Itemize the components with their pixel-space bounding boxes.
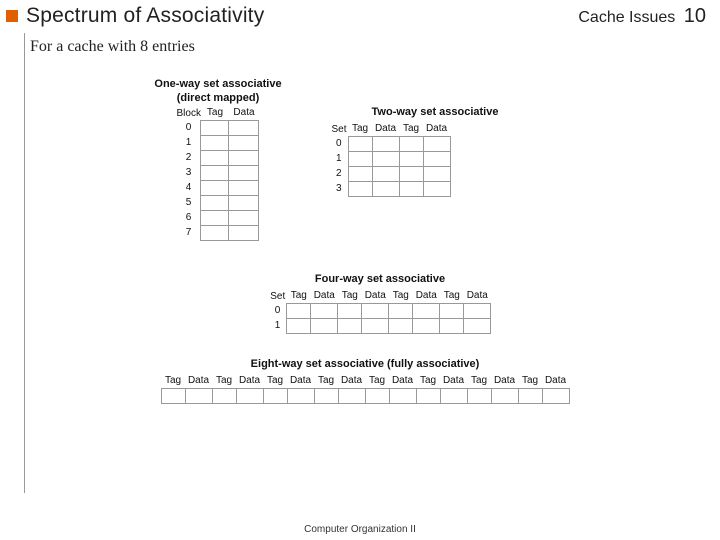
col-header: Tag (416, 374, 440, 388)
two-way-block: Two-way set associative Set Tag Data Tag… (320, 106, 550, 197)
row-idx: 7 (177, 225, 201, 240)
col-header: Tag (348, 122, 372, 136)
one-way-block: One-way set associative (direct mapped) … (143, 78, 293, 241)
two-way-table: Set Tag Data Tag Data 0 1 2 3 (330, 122, 451, 197)
col-header: Data (542, 374, 569, 388)
subtitle: For a cache with 8 entries (30, 38, 706, 56)
col-header: Data (338, 374, 365, 388)
col-header: Data (362, 289, 389, 303)
col-header: Tag (338, 289, 362, 303)
row-idx: 2 (177, 150, 201, 165)
col-header: Tag (399, 122, 423, 136)
col-header: Tag (518, 374, 542, 388)
page-number: 10 (684, 5, 706, 27)
col-header: Tag (365, 374, 389, 388)
col-header: Tag (212, 374, 236, 388)
section-label: Cache Issues (578, 9, 675, 26)
col-header: Data (372, 122, 399, 136)
row-idx: 1 (177, 135, 201, 150)
col-header: Tag (263, 374, 287, 388)
footer: Computer Organization II (0, 524, 720, 535)
four-way-idx-label: Set (269, 289, 287, 303)
four-way-title: Four-way set associative (165, 273, 595, 285)
col-header: Data (491, 374, 518, 388)
row-idx: 3 (330, 181, 348, 196)
col-header: Data (229, 106, 259, 120)
col-header: Data (423, 122, 450, 136)
col-header: Data (236, 374, 263, 388)
col-header: Tag (440, 289, 464, 303)
col-header: Data (440, 374, 467, 388)
row-idx: 0 (269, 303, 287, 318)
col-header: Tag (161, 374, 185, 388)
title-bullet-icon (6, 10, 18, 22)
col-header: Data (185, 374, 212, 388)
row-idx: 0 (177, 120, 201, 135)
one-way-title-1: One-way set associative (143, 78, 293, 90)
one-way-table: Block Tag Data 0 1 2 3 4 5 6 7 (177, 106, 260, 241)
eight-way-block: Eight-way set associative (fully associa… (55, 358, 675, 404)
col-header: Tag (201, 106, 229, 120)
row-idx: 0 (330, 136, 348, 151)
col-header: Tag (389, 289, 413, 303)
row-idx: 2 (330, 166, 348, 181)
row-idx: 5 (177, 195, 201, 210)
col-header: Tag (287, 289, 311, 303)
row-idx: 4 (177, 180, 201, 195)
col-header: Data (287, 374, 314, 388)
row-idx: 1 (330, 151, 348, 166)
two-way-title: Two-way set associative (320, 106, 550, 118)
col-header: Tag (467, 374, 491, 388)
slide-header: Spectrum of Associativity Cache Issues 1… (0, 0, 720, 32)
eight-way-table: Tag Data Tag Data Tag Data Tag Data Tag … (161, 374, 570, 404)
col-header: Data (389, 374, 416, 388)
one-way-title-2: (direct mapped) (143, 92, 293, 104)
col-header: Data (311, 289, 338, 303)
four-way-block: Four-way set associative Set Tag Data Ta… (165, 273, 595, 334)
header-right: Cache Issues 10 (578, 5, 706, 28)
slide: Spectrum of Associativity Cache Issues 1… (0, 0, 720, 540)
two-way-idx-label: Set (330, 122, 348, 136)
content-area: For a cache with 8 entries (30, 38, 706, 56)
page-title: Spectrum of Associativity (26, 4, 578, 28)
one-way-idx-label: Block (177, 106, 201, 120)
row-idx: 6 (177, 210, 201, 225)
row-idx: 3 (177, 165, 201, 180)
col-header: Data (413, 289, 440, 303)
row-idx: 1 (269, 318, 287, 333)
eight-way-title: Eight-way set associative (fully associa… (55, 358, 675, 370)
four-way-table: Set Tag Data Tag Data Tag Data Tag Data … (269, 289, 492, 334)
col-header: Data (464, 289, 491, 303)
left-rule (24, 33, 25, 493)
col-header: Tag (314, 374, 338, 388)
